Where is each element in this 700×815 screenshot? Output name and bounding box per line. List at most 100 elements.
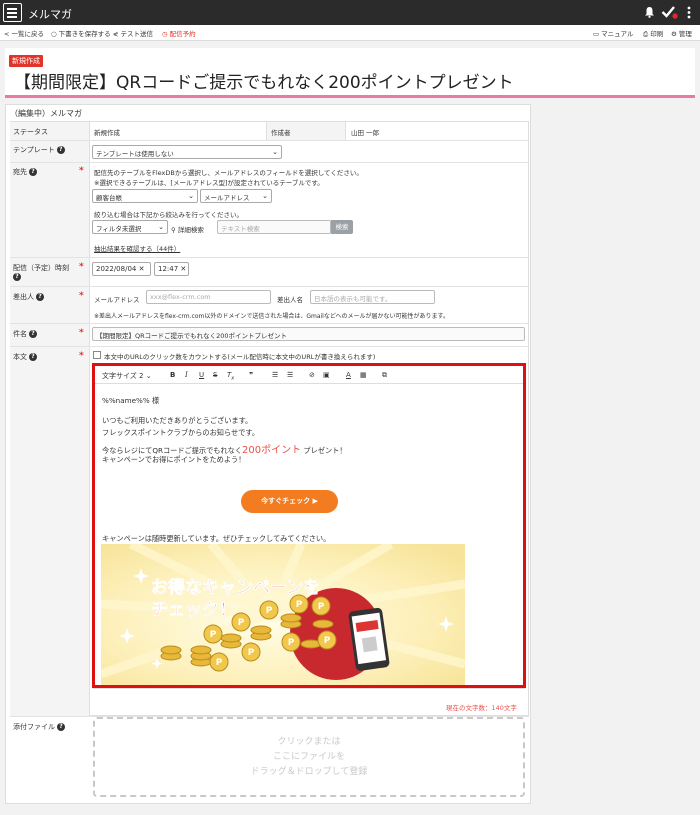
help-icon[interactable]: ?	[36, 293, 44, 301]
campaign-banner-image: P P P P P P P P P お得なキャンペーンを チェック！	[101, 544, 465, 685]
link-icon[interactable]: ⊘	[309, 371, 315, 379]
save-draft-button[interactable]: ○ 下書きを保存する	[51, 28, 111, 38]
required-mark: *	[79, 351, 84, 361]
book-icon: ▭	[593, 30, 600, 38]
drop-zone-text: クリックまたは ここにファイルを ドラッグ＆ドロップして登録	[250, 737, 368, 777]
sender-name-label: 差出人名	[277, 296, 303, 304]
banner-headline: お得なキャンペーンを	[151, 577, 320, 598]
row-divider	[10, 286, 529, 287]
svg-text:P: P	[266, 606, 273, 616]
template-select[interactable]: テンプレートは使用しない ⌄	[92, 145, 282, 159]
send-icon: ⋞	[113, 30, 119, 38]
source-code-icon[interactable]: ⧉	[382, 371, 387, 380]
search-input[interactable]: テキスト検索	[217, 220, 331, 234]
schedule-label: 配信（予定）時刻	[13, 264, 69, 272]
quote-icon[interactable]: ❞	[249, 371, 253, 379]
highlight-text: 200ポイント	[242, 445, 302, 456]
chevron-down-icon: ⌄	[188, 192, 194, 200]
date-field[interactable]: 2022/08/04 ✕	[92, 262, 151, 276]
subject-input[interactable]: 【期間限定】QRコードご提示でもれなく200ポイントプレゼント	[92, 327, 525, 341]
chevron-down-icon: ⌄	[262, 192, 268, 200]
chevron-down-icon: ⌄	[272, 148, 278, 156]
form-heading: （編集中）メルマガ	[10, 109, 82, 118]
table-select[interactable]: 顧客台帳 ⌄	[92, 189, 198, 203]
circle-icon: ○	[51, 30, 57, 38]
font-color-icon[interactable]: A	[346, 371, 351, 379]
svg-text:P: P	[238, 618, 245, 628]
help-icon[interactable]: ?	[29, 330, 37, 338]
filter-note: 絞り込む場合は下記から絞込みを行ってください。	[94, 211, 243, 219]
help-icon[interactable]: ?	[29, 353, 37, 361]
check-icon[interactable]	[661, 5, 678, 19]
background-color-icon[interactable]: ▦	[360, 371, 367, 379]
subject-label: 件名?	[13, 329, 37, 339]
menu-icon[interactable]	[3, 3, 22, 22]
result-link[interactable]: 抽出結果を確認する（44件）	[94, 243, 180, 253]
search-button[interactable]: 検索	[331, 220, 353, 234]
mail-line: いつもご利用いただきありがとうございます。	[102, 416, 253, 425]
app-title: メルマガ	[28, 8, 72, 21]
kebab-menu-icon[interactable]	[687, 6, 691, 19]
sender-email-input[interactable]: xxx@flex-crm.com	[146, 290, 271, 304]
filter-select[interactable]: フィルタ未選択 ⌄	[92, 220, 168, 234]
ordered-list-icon[interactable]: ☰	[272, 371, 278, 379]
chevron-left-icon: <	[4, 30, 10, 38]
clear-icon[interactable]: ✕	[180, 265, 186, 273]
recipient-note: 配信先のテーブルをFlexDBから選択し、メールアドレスのフィールドを選択してく…	[94, 169, 363, 177]
label-column	[10, 122, 90, 716]
manual-button[interactable]: ▭ マニュアル	[593, 28, 633, 38]
body-label: 本文?	[13, 352, 37, 362]
banner-headline: チェック！	[151, 600, 236, 620]
clock-icon: ◷	[162, 30, 168, 38]
bullet-list-icon[interactable]: ☰	[287, 371, 293, 379]
font-size-select[interactable]: 文字サイズ 2 ⌄	[102, 371, 152, 381]
print-button[interactable]: ⎙ 印刷	[643, 28, 663, 39]
time-field[interactable]: 12:47 ✕	[154, 262, 189, 276]
field-select[interactable]: メールアドレス ⌄	[200, 189, 272, 203]
help-icon[interactable]: ?	[56, 146, 65, 154]
char-count: 現在の文字数：140文字	[446, 704, 517, 712]
admin-button[interactable]: ⚙ 管理	[671, 28, 692, 38]
italic-icon[interactable]: I	[185, 371, 188, 379]
svg-text:P: P	[210, 630, 217, 640]
track-label: 本文中のURLのクリック数をカウントする(メール配信時に本文中のURLが書き換え…	[104, 353, 376, 361]
svg-text:P: P	[296, 600, 303, 610]
track-checkbox[interactable]	[93, 351, 101, 359]
sender-name-input[interactable]: 日本語の表示も可能です。	[310, 290, 435, 304]
help-icon[interactable]: ?	[57, 723, 65, 731]
required-mark: *	[79, 328, 84, 338]
recipient-note-sub: ※選択できるテーブルは、[メールアドレス型]が設定されているテーブルです。	[94, 179, 324, 187]
row-divider	[10, 346, 529, 347]
mail-greeting: %%name%% 様	[102, 396, 160, 405]
gear-icon: ⚙	[671, 30, 677, 38]
image-icon[interactable]: ▣	[323, 371, 330, 379]
svg-text:P: P	[318, 602, 325, 612]
mail-line: 今ならレジにてQRコードご提示でもれなく200ポイント プレゼント！	[102, 445, 347, 456]
test-send-button[interactable]: ⋞ テスト送信	[113, 28, 153, 38]
bold-icon[interactable]: B	[170, 371, 175, 379]
chevron-down-icon: ⌄	[158, 223, 164, 231]
required-mark: *	[79, 291, 84, 301]
printer-icon: ⎙	[643, 30, 649, 38]
advanced-search-link[interactable]: ⚲ 詳細検索	[171, 224, 204, 234]
app-top-bar	[0, 0, 700, 25]
required-mark: *	[79, 262, 84, 272]
schedule-button[interactable]: ◷ 配信予約	[162, 28, 196, 38]
help-icon[interactable]: ?	[29, 168, 37, 176]
cta-button[interactable]: 今すぐチェック ▶	[241, 490, 338, 513]
sender-email-label: メールアドレス	[94, 296, 140, 304]
status-value: 新規作成	[94, 129, 120, 137]
row-divider	[10, 162, 529, 163]
back-button[interactable]: < 一覧に戻る	[4, 28, 44, 38]
editor-status-divider	[93, 688, 525, 689]
strikethrough-icon[interactable]: S	[213, 371, 217, 379]
bell-icon[interactable]	[644, 6, 655, 18]
clear-format-icon[interactable]: Tx	[227, 371, 234, 381]
author-label: 作成者	[271, 129, 291, 137]
clear-icon[interactable]: ✕	[139, 265, 145, 273]
help-icon[interactable]: ?	[13, 273, 21, 281]
underline-icon[interactable]: U	[199, 371, 204, 379]
template-label: テンプレート?	[13, 145, 65, 155]
status-badge: 新規作成	[9, 55, 43, 67]
search-icon: ⚲	[171, 226, 176, 234]
